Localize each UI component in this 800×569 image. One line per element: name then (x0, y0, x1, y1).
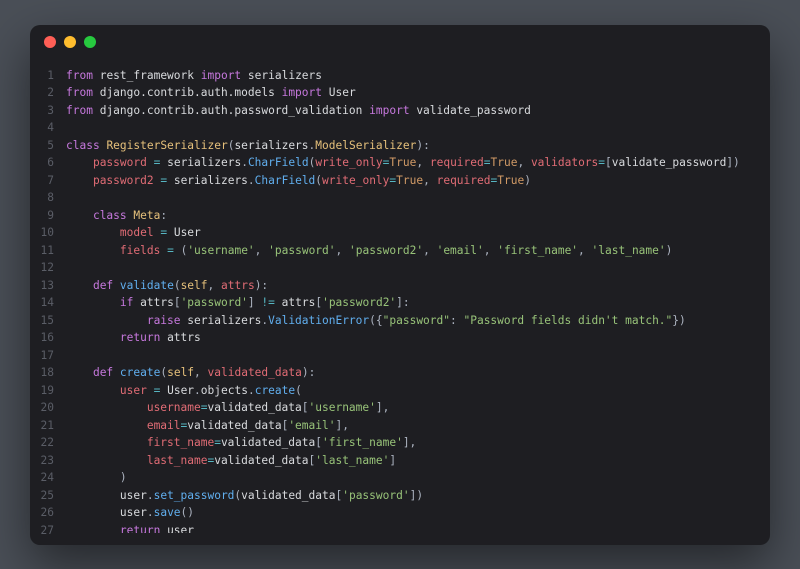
code-line[interactable]: return attrs (66, 329, 770, 347)
code-line[interactable]: return user (66, 522, 770, 533)
code-line[interactable]: def validate(self, attrs): (66, 277, 770, 295)
code-line[interactable]: if attrs['password'] != attrs['password2… (66, 294, 770, 312)
line-number: 15 (30, 312, 54, 330)
line-number: 2 (30, 84, 54, 102)
code-line[interactable]: fields = ('username', 'password', 'passw… (66, 242, 770, 260)
line-number: 5 (30, 137, 54, 155)
code-line[interactable] (66, 259, 770, 277)
line-number: 7 (30, 172, 54, 190)
line-number: 18 (30, 364, 54, 382)
line-number: 19 (30, 382, 54, 400)
code-content[interactable]: from rest_framework import serializersfr… (66, 67, 770, 533)
maximize-icon[interactable] (84, 36, 96, 48)
code-line[interactable]: raise serializers.ValidationError({"pass… (66, 312, 770, 330)
code-line[interactable]: first_name=validated_data['first_name'], (66, 434, 770, 452)
line-number: 24 (30, 469, 54, 487)
code-line[interactable]: user.save() (66, 504, 770, 522)
line-number: 4 (30, 119, 54, 137)
code-editor[interactable]: 1234567891011121314151617181920212223242… (30, 59, 770, 545)
code-line[interactable]: password = serializers.CharField(write_o… (66, 154, 770, 172)
line-number: 3 (30, 102, 54, 120)
code-line[interactable]: username=validated_data['username'], (66, 399, 770, 417)
line-number: 1 (30, 67, 54, 85)
line-number: 23 (30, 452, 54, 470)
code-line[interactable]: class RegisterSerializer(serializers.Mod… (66, 137, 770, 155)
line-number: 9 (30, 207, 54, 225)
line-number: 6 (30, 154, 54, 172)
line-number: 21 (30, 417, 54, 435)
code-line[interactable]: email=validated_data['email'], (66, 417, 770, 435)
code-line[interactable] (66, 119, 770, 137)
line-number: 10 (30, 224, 54, 242)
line-number-gutter: 1234567891011121314151617181920212223242… (30, 67, 66, 533)
code-line[interactable] (66, 189, 770, 207)
code-line[interactable]: from django.contrib.auth.password_valida… (66, 102, 770, 120)
code-line[interactable]: from django.contrib.auth.models import U… (66, 84, 770, 102)
code-line[interactable]: model = User (66, 224, 770, 242)
code-line[interactable] (66, 347, 770, 365)
minimize-icon[interactable] (64, 36, 76, 48)
line-number: 14 (30, 294, 54, 312)
code-line[interactable]: last_name=validated_data['last_name'] (66, 452, 770, 470)
code-line[interactable]: password2 = serializers.CharField(write_… (66, 172, 770, 190)
line-number: 13 (30, 277, 54, 295)
line-number: 26 (30, 504, 54, 522)
line-number: 27 (30, 522, 54, 540)
window-titlebar (30, 25, 770, 59)
line-number: 16 (30, 329, 54, 347)
code-line[interactable]: user = User.objects.create( (66, 382, 770, 400)
code-window: 1234567891011121314151617181920212223242… (30, 25, 770, 545)
line-number: 20 (30, 399, 54, 417)
close-icon[interactable] (44, 36, 56, 48)
code-line[interactable]: from rest_framework import serializers (66, 67, 770, 85)
code-line[interactable]: user.set_password(validated_data['passwo… (66, 487, 770, 505)
line-number: 12 (30, 259, 54, 277)
line-number: 22 (30, 434, 54, 452)
code-line[interactable]: ) (66, 469, 770, 487)
line-number: 8 (30, 189, 54, 207)
line-number: 17 (30, 347, 54, 365)
code-line[interactable]: class Meta: (66, 207, 770, 225)
line-number: 11 (30, 242, 54, 260)
code-line[interactable]: def create(self, validated_data): (66, 364, 770, 382)
line-number: 25 (30, 487, 54, 505)
